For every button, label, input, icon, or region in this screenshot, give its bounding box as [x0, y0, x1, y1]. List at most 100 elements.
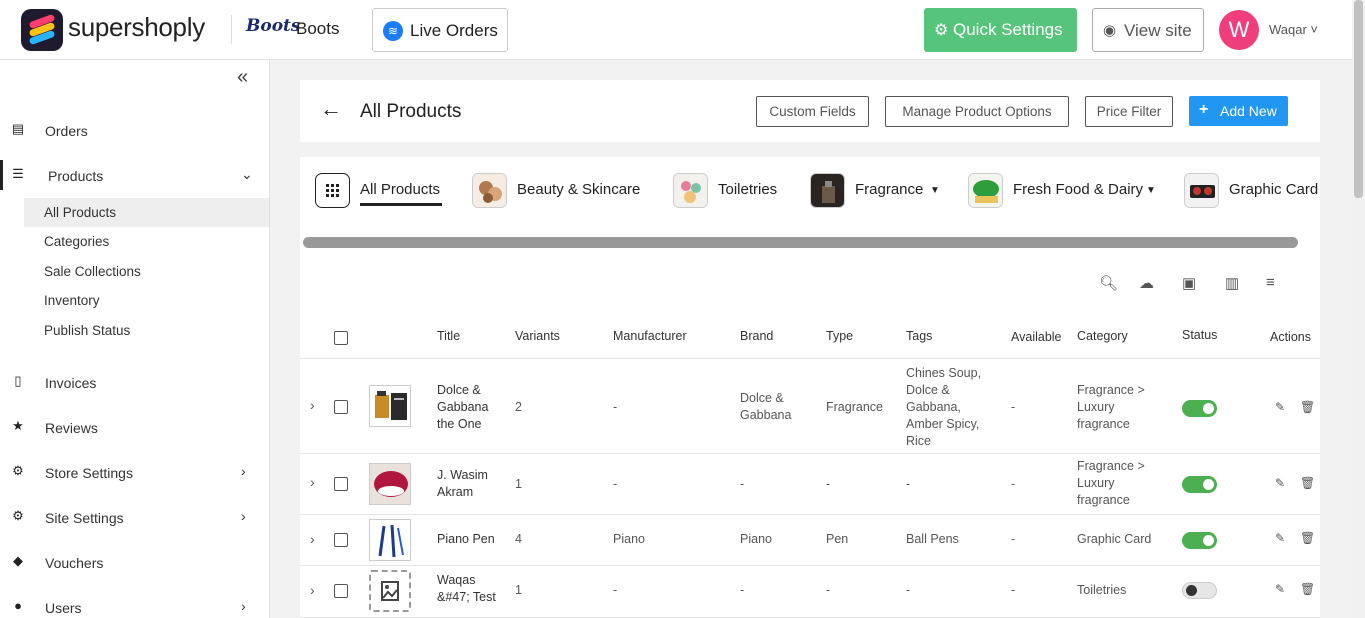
delete-icon[interactable]: 🗑︎ — [1300, 582, 1315, 596]
status-toggle[interactable] — [1182, 400, 1217, 417]
add-new-button[interactable]: + Add New — [1189, 96, 1288, 126]
custom-fields-button[interactable]: Custom Fields — [756, 96, 869, 127]
tab-label: Beauty & Skincare — [517, 181, 641, 198]
view-site-button[interactable]: ◉ View site — [1092, 8, 1204, 52]
table-row[interactable]: › Piano Pen 4 Piano Piano Pen Ball Pens … — [300, 515, 1320, 566]
column-header-manufacturer[interactable]: Manufacturer — [613, 329, 687, 343]
product-available: - — [1011, 583, 1016, 597]
product-type: Fragrance — [826, 400, 883, 414]
product-title[interactable]: Piano Pen — [437, 531, 495, 548]
product-title[interactable]: J. Wasim Akram — [437, 467, 507, 501]
sidebar-subitem-categories[interactable]: Categories — [24, 227, 269, 256]
product-available: - — [1011, 477, 1016, 491]
user-menu[interactable]: Waqar ˅ — [1269, 22, 1318, 37]
chevron-right-icon[interactable]: › — [310, 531, 315, 547]
product-available: - — [1011, 400, 1016, 414]
page-scrollbar[interactable] — [1352, 0, 1365, 618]
page-scrollbar-thumb[interactable] — [1354, 0, 1363, 198]
graphic-card-thumbnail — [1184, 173, 1219, 208]
status-toggle[interactable] — [1182, 476, 1217, 493]
beauty-thumbnail — [472, 173, 507, 208]
edit-icon[interactable]: ✎ — [1275, 476, 1285, 490]
sidebar: « ▤ Orders ☰ Products ⌄ All Products Cat… — [0, 60, 270, 618]
table-row[interactable]: › J. Wasim Akram 1 - - - - - Fragrance >… — [300, 454, 1320, 515]
gear-icon: ⚙ — [12, 463, 24, 478]
sidebar-item-label: Reviews — [45, 420, 98, 436]
cloud-download-icon[interactable]: ☁ — [1139, 274, 1154, 292]
product-thumbnail[interactable] — [369, 463, 411, 505]
price-filter-button[interactable]: Price Filter — [1085, 96, 1173, 127]
caret-down-icon: ▼ — [930, 185, 940, 196]
status-toggle[interactable] — [1182, 582, 1217, 599]
category-tabs-scrollbar[interactable] — [303, 237, 1298, 248]
sidebar-item-products[interactable]: ☰ Products ⌄ — [0, 160, 269, 190]
product-variants: 2 — [515, 400, 522, 414]
sidebar-subitem-label: Sale Collections — [44, 264, 141, 279]
bullet-list-icon: ☰ — [12, 166, 24, 181]
column-header-type[interactable]: Type — [826, 329, 853, 343]
column-header-category[interactable]: Category — [1077, 329, 1128, 343]
store-name: Boots — [296, 19, 340, 38]
product-title[interactable]: Waqas &#47; Test — [437, 572, 507, 606]
sidebar-item-store-settings[interactable]: ⚙ Store Settings › — [0, 457, 269, 487]
filter-icon[interactable]: ≡ — [1266, 274, 1275, 291]
chevron-right-icon[interactable]: › — [310, 474, 315, 490]
product-available: - — [1011, 532, 1016, 546]
product-thumbnail[interactable] — [369, 385, 411, 427]
row-checkbox[interactable] — [334, 477, 348, 491]
sidebar-item-label: Users — [45, 600, 82, 616]
tab-label: Graphic Card — [1229, 181, 1319, 198]
sidebar-item-users[interactable]: ● Users › — [0, 592, 269, 618]
select-all-checkbox[interactable] — [334, 331, 348, 345]
sidebar-item-orders[interactable]: ▤ Orders — [0, 115, 269, 145]
column-header-available[interactable]: Available — [1011, 330, 1062, 344]
double-chevron-left-icon[interactable]: « — [237, 66, 248, 89]
category-tabs: All Products Beauty & Skincare Toiletrie… — [300, 157, 1320, 237]
product-variants: 4 — [515, 532, 522, 546]
row-checkbox[interactable] — [334, 584, 348, 598]
row-checkbox[interactable] — [334, 400, 348, 414]
chevron-right-icon[interactable]: › — [310, 397, 315, 413]
supershoply-logo[interactable] — [21, 9, 63, 51]
sidebar-item-reviews[interactable]: ★ Reviews — [0, 412, 269, 442]
sidebar-subitem-all-products[interactable]: All Products — [24, 198, 269, 227]
product-thumbnail[interactable] — [369, 519, 411, 561]
sidebar-item-invoices[interactable]: ▯ Invoices — [0, 367, 269, 397]
back-arrow-icon[interactable]: ← — [320, 96, 342, 122]
avatar[interactable]: W — [1219, 10, 1259, 50]
edit-icon[interactable]: ✎ — [1275, 582, 1285, 596]
sidebar-subitem-inventory[interactable]: Inventory — [24, 286, 269, 315]
edit-icon[interactable]: ✎ — [1275, 400, 1285, 414]
tab-label: All Products — [360, 181, 441, 198]
column-header-tags[interactable]: Tags — [906, 329, 932, 343]
column-header-brand[interactable]: Brand — [740, 329, 773, 343]
sidebar-item-vouchers[interactable]: ◆ Vouchers — [0, 547, 269, 577]
row-checkbox[interactable] — [334, 533, 348, 547]
table-row[interactable]: › Dolce & Gabbana the One 2 - Dolce & Ga… — [300, 360, 1320, 454]
delete-icon[interactable]: 🗑︎ — [1300, 400, 1315, 414]
chevron-right-icon[interactable]: › — [310, 582, 315, 598]
column-header-title[interactable]: Title — [437, 329, 460, 343]
columns-icon[interactable]: ▥ — [1225, 274, 1239, 292]
edit-icon[interactable]: ✎ — [1275, 531, 1285, 545]
quick-settings-button[interactable]: ⚙ Quick Settings — [924, 8, 1077, 52]
table-row[interactable]: › Waqas &#47; Test 1 - - - - - Toiletrie… — [300, 566, 1320, 618]
product-brand: - — [740, 477, 745, 491]
delete-icon[interactable]: 🗑︎ — [1300, 531, 1315, 545]
image-placeholder-icon[interactable] — [369, 570, 411, 612]
live-orders-button[interactable]: ≋ Live Orders — [372, 8, 508, 52]
column-header-variants[interactable]: Variants — [515, 329, 560, 343]
status-toggle[interactable] — [1182, 532, 1217, 549]
sidebar-subitem-sale-collections[interactable]: Sale Collections — [24, 257, 269, 286]
sidebar-item-site-settings[interactable]: ⚙ Site Settings › — [0, 502, 269, 532]
product-tags: - — [906, 477, 911, 491]
search-icon[interactable]: 🔍︎ — [1099, 274, 1118, 292]
print-icon[interactable]: ▣ — [1182, 274, 1196, 292]
product-type: - — [826, 477, 831, 491]
manage-product-options-button[interactable]: Manage Product Options — [885, 96, 1069, 127]
product-title[interactable]: Dolce & Gabbana the One — [437, 382, 507, 433]
sidebar-subitem-publish-status[interactable]: Publish Status — [24, 316, 269, 345]
column-header-status[interactable]: Status — [1182, 328, 1217, 342]
delete-icon[interactable]: 🗑︎ — [1300, 476, 1315, 490]
sidebar-item-label: Vouchers — [45, 555, 104, 571]
